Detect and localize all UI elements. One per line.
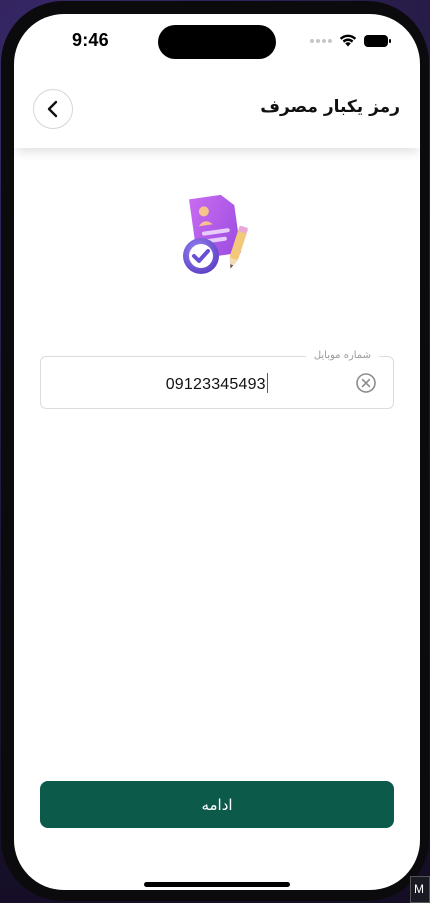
dynamic-island	[158, 25, 276, 59]
mobile-number-field[interactable]: شماره موبایل 09123345493	[40, 349, 394, 409]
home-indicator[interactable]	[144, 882, 290, 887]
status-time: 9:46	[72, 30, 109, 50]
wifi-icon	[339, 34, 357, 47]
mobile-number-label: شماره موبایل	[305, 349, 379, 363]
signal-dots-icon	[310, 38, 332, 43]
app-header: رمز یکبار مصرف	[14, 74, 420, 148]
document-check-pencil-illustration	[183, 194, 248, 274]
battery-icon	[364, 34, 391, 47]
clear-circle-x-icon[interactable]	[355, 372, 377, 394]
mobile-number-value: 09123345493	[165, 376, 266, 393]
chevron-left-icon	[47, 100, 58, 118]
corner-tag: M	[410, 876, 430, 903]
status-icons	[310, 34, 391, 47]
mobile-number-input[interactable]: 09123345493	[41, 373, 393, 395]
device-background: 9:46 رمز یکبار مصرف شماره موبایل 0912334…	[0, 0, 430, 903]
page-title: رمز یکبار مصرف	[260, 97, 400, 117]
text-caret	[266, 373, 269, 393]
continue-button[interactable]: ادامه	[40, 781, 394, 828]
back-button[interactable]	[33, 89, 73, 129]
app-screen: 9:46 رمز یکبار مصرف شماره موبایل 0912334…	[14, 14, 420, 890]
